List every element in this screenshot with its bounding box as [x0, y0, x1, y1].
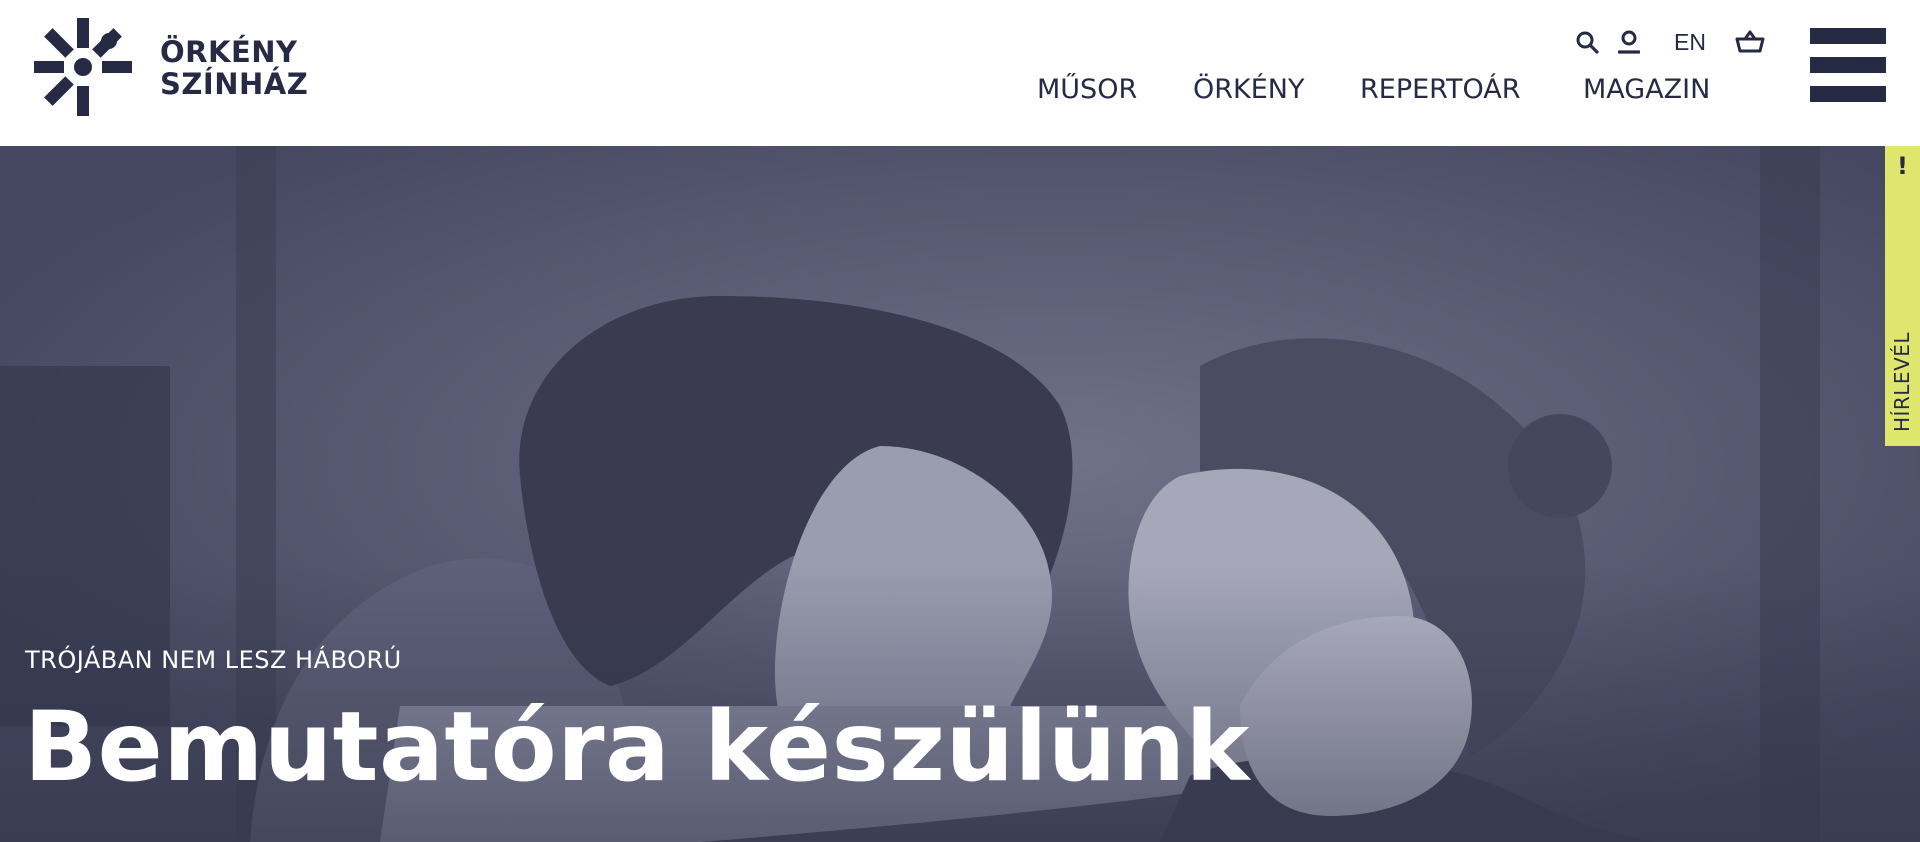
orkeny-sunburst-logo-icon — [34, 18, 132, 116]
nav-item-orkeny[interactable]: ÖRKÉNY — [1193, 70, 1304, 110]
account-button[interactable] — [1612, 24, 1646, 60]
user-icon — [1618, 30, 1640, 54]
site-header: ÖRKÉNY SZÍNHÁZ EN MŰSOR ÖRKÉNY REPERTOÁR… — [0, 0, 1920, 146]
basket-button[interactable] — [1730, 24, 1770, 60]
nav-item-musor[interactable]: MŰSOR — [1037, 70, 1137, 110]
hero-banner[interactable]: TRÓJÁBAN NEM LESZ HÁBORÚ Bemutatóra kész… — [0, 146, 1920, 842]
hero-title: Bemutatóra készülünk — [24, 691, 1250, 803]
nav-item-repertoar[interactable]: REPERTOÁR — [1360, 70, 1520, 110]
newsletter-label: HÍRLEVÉL — [1890, 331, 1914, 433]
logo-line-2: SZÍNHÁZ — [160, 67, 309, 101]
newsletter-alert-mark: ! — [1897, 152, 1908, 180]
search-button[interactable] — [1570, 24, 1604, 60]
basket-icon — [1735, 30, 1765, 53]
newsletter-tab[interactable]: ! HÍRLEVÉL — [1885, 146, 1920, 446]
logo-line-1: ÖRKÉNY — [160, 35, 298, 69]
hamburger-menu-icon[interactable] — [1810, 28, 1886, 102]
language-switch[interactable]: EN — [1668, 24, 1712, 60]
site-logo-link[interactable]: ÖRKÉNY SZÍNHÁZ — [34, 18, 354, 122]
search-icon — [1576, 31, 1599, 54]
hero-kicker: TRÓJÁBAN NEM LESZ HÁBORÚ — [25, 646, 402, 674]
logo-wordmark: ÖRKÉNY SZÍNHÁZ — [160, 36, 308, 100]
nav-item-magazin[interactable]: MAGAZIN — [1583, 70, 1710, 110]
